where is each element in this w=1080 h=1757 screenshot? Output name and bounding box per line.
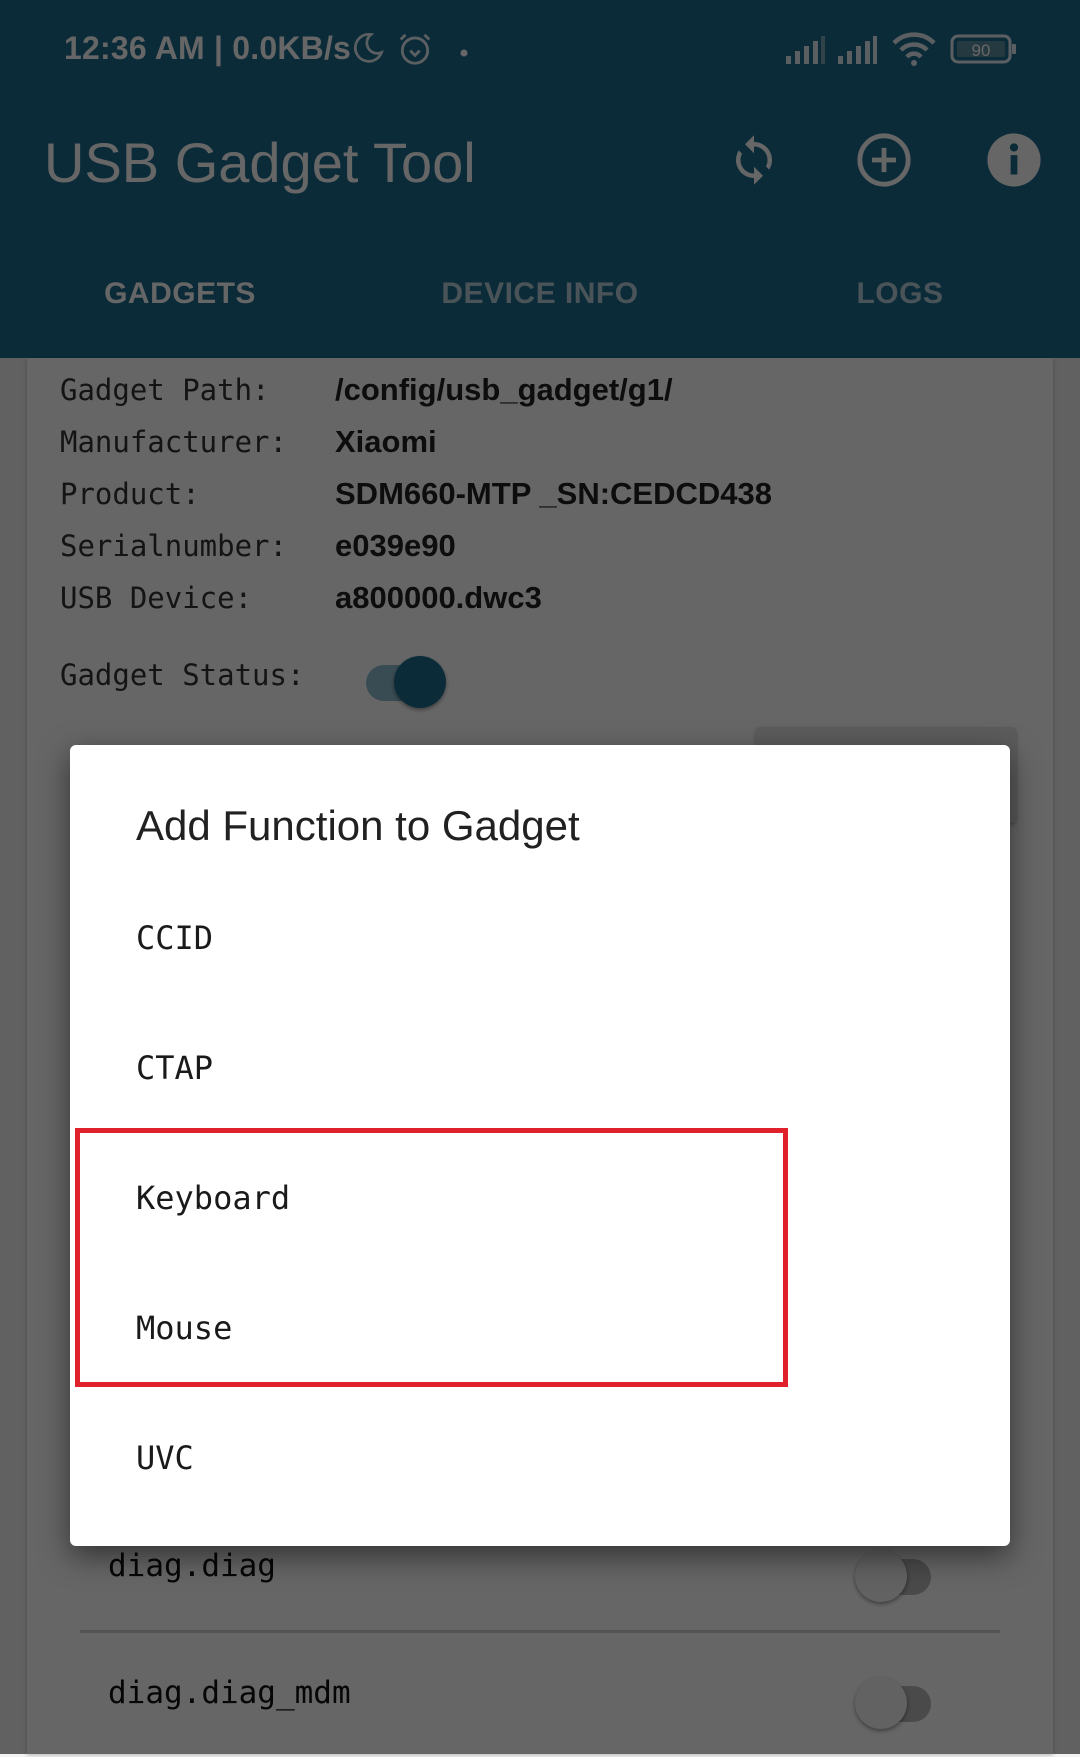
dialog-item-ctap[interactable]: CTAP <box>70 1005 1010 1135</box>
dialog-title: Add Function to Gadget <box>136 802 580 849</box>
highlight-annotation-box <box>75 1128 788 1387</box>
dialog-item-ccid[interactable]: CCID <box>70 875 1010 1005</box>
dialog-item-label: UVC <box>136 1439 194 1477</box>
dialog-item-label: CTAP <box>136 1049 214 1087</box>
dialog-item-label: CCID <box>136 919 214 957</box>
dialog-item-uvc[interactable]: UVC <box>70 1395 1010 1525</box>
